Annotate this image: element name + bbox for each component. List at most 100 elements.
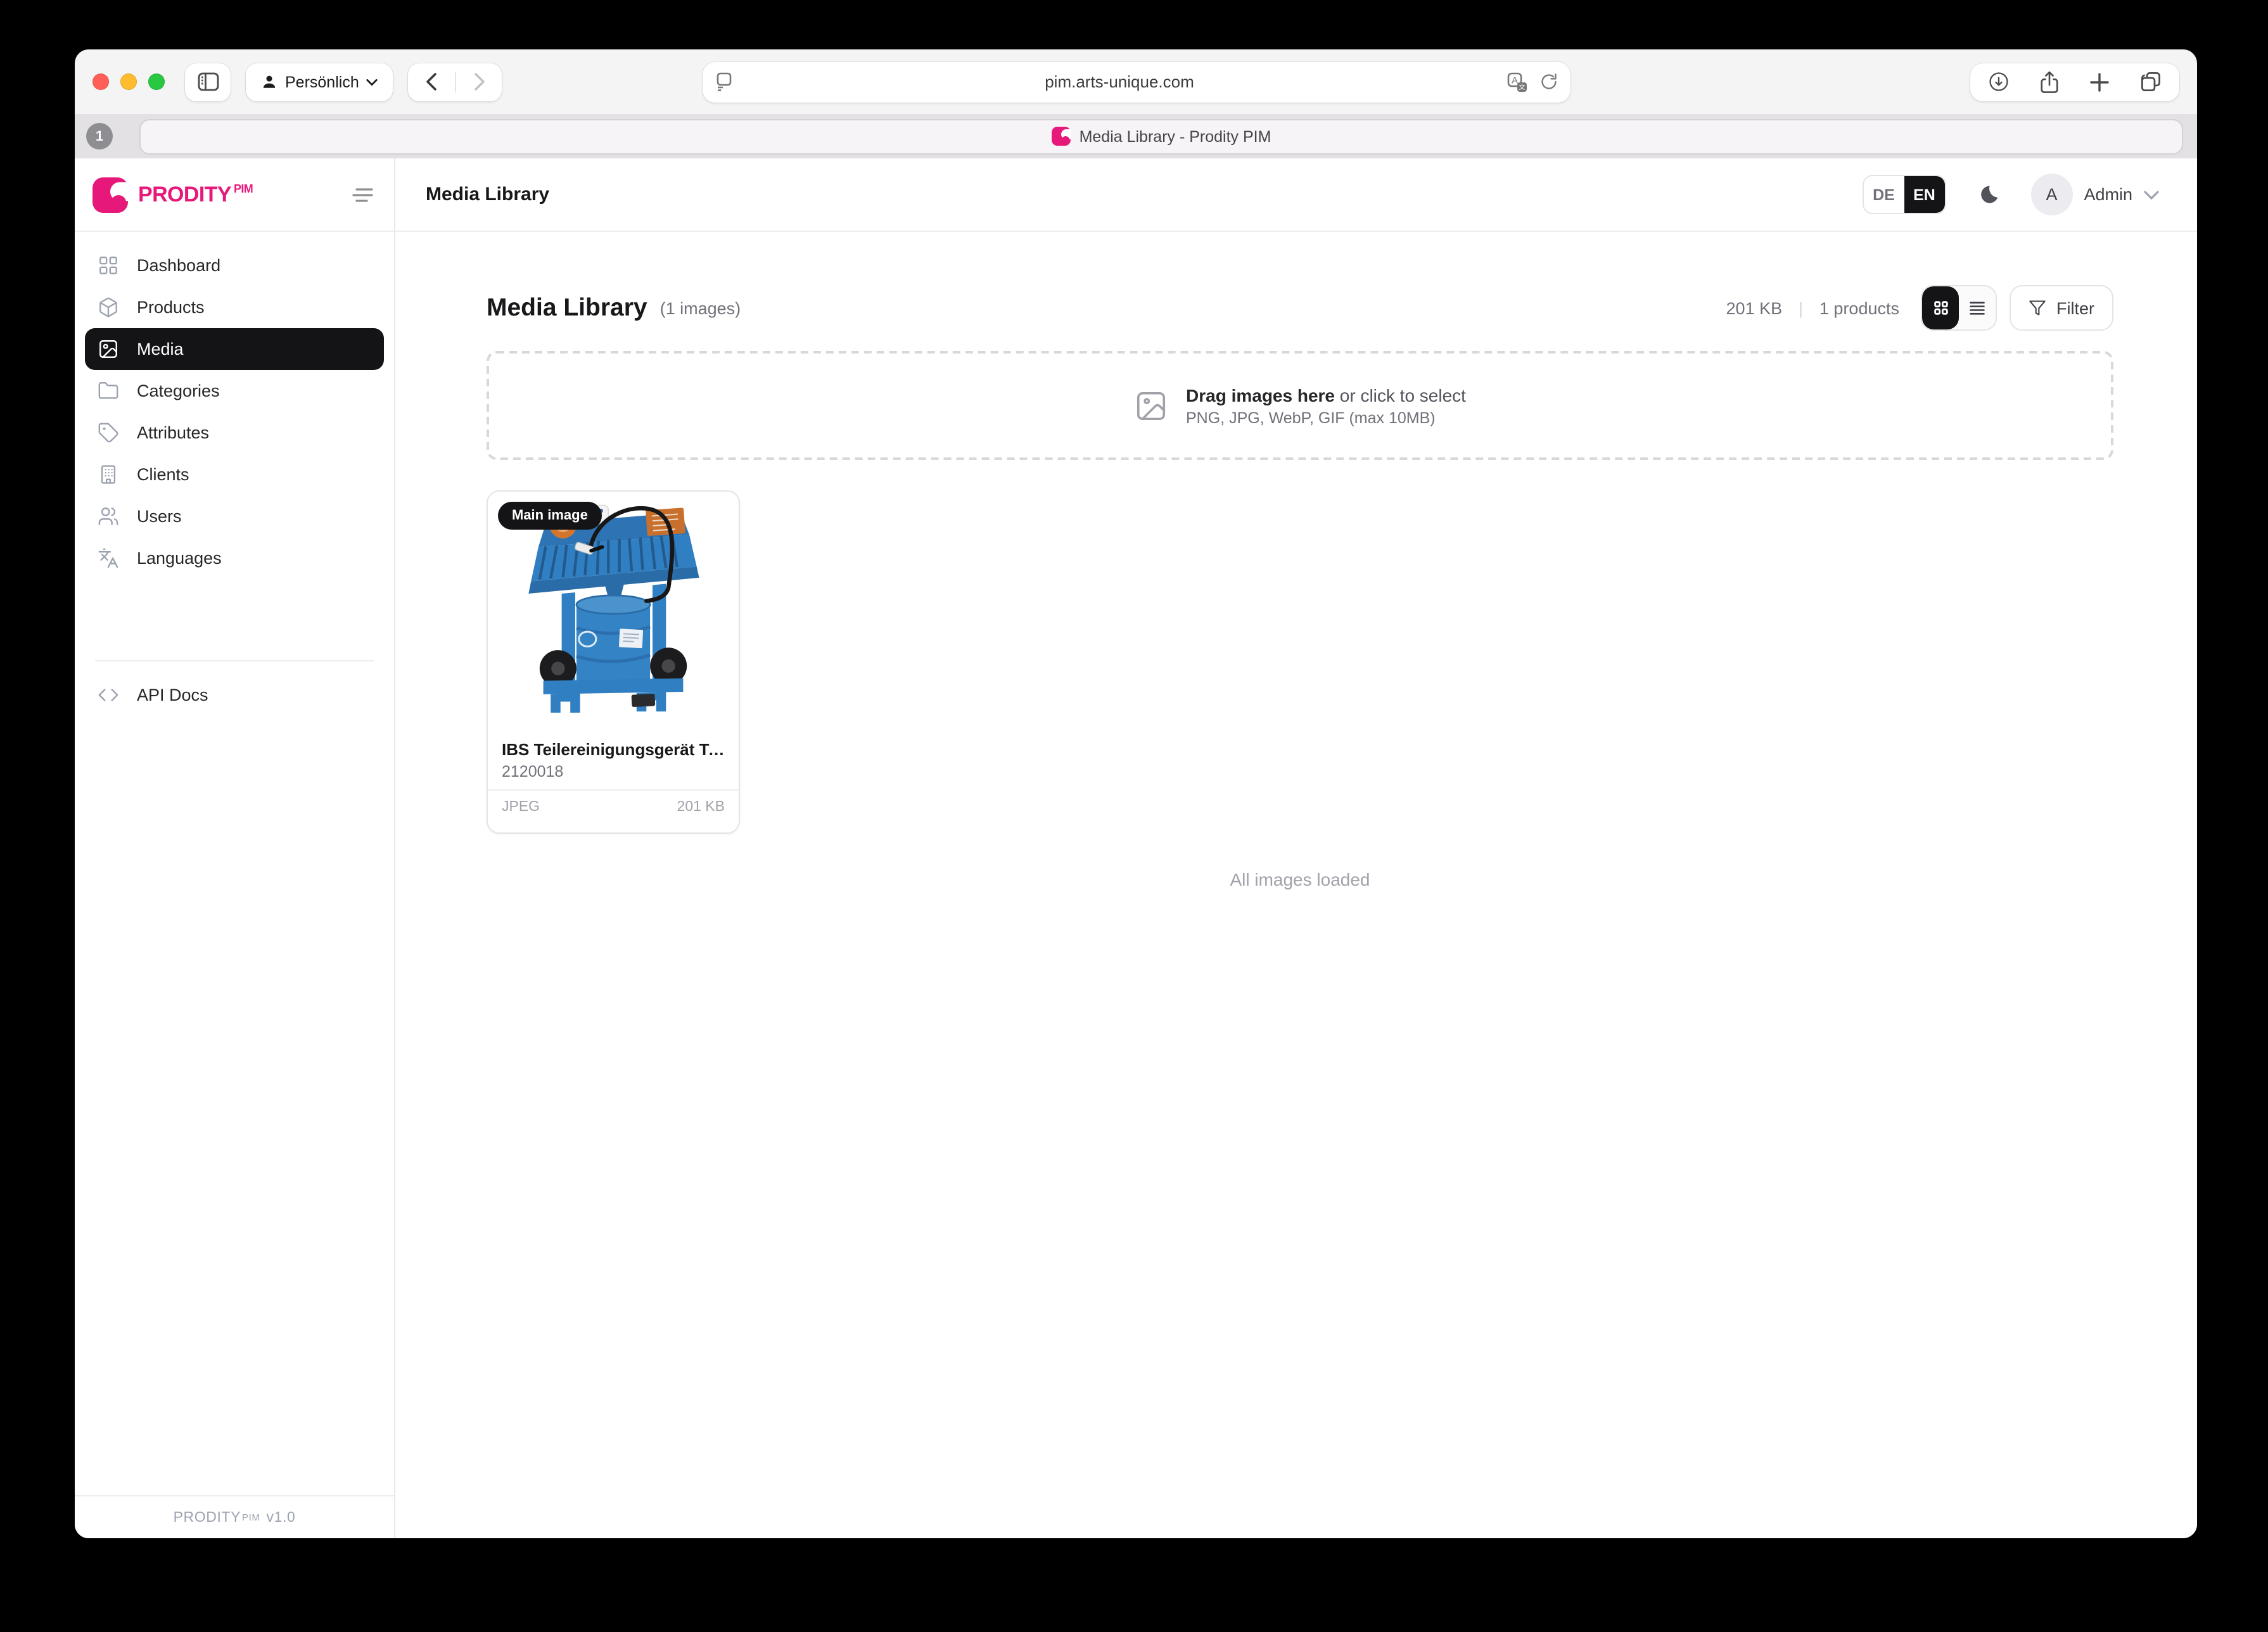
- url-text[interactable]: pim.arts-unique.com: [732, 72, 1507, 91]
- share-button[interactable]: [2040, 70, 2059, 93]
- tab-strip: 1 Media Library - Prodity PIM: [75, 114, 2197, 158]
- page-icon: [715, 72, 732, 91]
- sidebar-item-label: API Docs: [137, 685, 208, 704]
- products-count: 1 products: [1819, 298, 1899, 317]
- app: PRODITYPIM Dashboa: [75, 158, 2197, 1538]
- sidebar-item-products[interactable]: Products: [85, 286, 384, 328]
- box-icon: [98, 296, 119, 318]
- chevron-down-icon: [2144, 189, 2159, 200]
- zoom-window-button[interactable]: [148, 73, 165, 90]
- sidebar-item-api-docs[interactable]: API Docs: [85, 674, 384, 716]
- user-menu[interactable]: A Admin: [2030, 174, 2159, 215]
- sidebar-item-dashboard[interactable]: Dashboard: [85, 245, 384, 286]
- back-button[interactable]: [409, 63, 455, 101]
- tag-icon: [98, 422, 119, 443]
- profile-menu-button[interactable]: Persönlich: [246, 63, 393, 101]
- profile-label: Persönlich: [285, 73, 359, 91]
- upload-dropzone[interactable]: Drag images here or click to select PNG,…: [487, 351, 2113, 460]
- window-controls: [92, 73, 165, 90]
- grid-view-button[interactable]: [1922, 286, 1959, 329]
- close-window-button[interactable]: [92, 73, 109, 90]
- stat-divider: |: [1799, 298, 1803, 317]
- dark-mode-button[interactable]: [1976, 182, 2000, 207]
- filter-funnel-icon: [2029, 299, 2046, 317]
- sidebar-item-label: Media: [137, 340, 184, 359]
- user-name: Admin: [2084, 185, 2132, 204]
- tab-overview-button[interactable]: [2140, 71, 2162, 92]
- media-size: 201 KB: [677, 800, 725, 815]
- media-sku: 2120018: [502, 763, 725, 781]
- content: Media Library (1 images) 201 KB | 1 prod…: [395, 232, 2197, 1538]
- building-icon: [98, 464, 119, 485]
- media-card[interactable]: Main image: [487, 490, 740, 834]
- view-toggle: [1921, 285, 1997, 331]
- lang-en-button[interactable]: EN: [1904, 176, 1944, 213]
- avatar: A: [2030, 174, 2072, 215]
- divider: [95, 660, 374, 661]
- main-image-badge: Main image: [498, 502, 602, 530]
- sidebar-item-label: Users: [137, 507, 182, 526]
- browser-window: Persönlich pi: [75, 49, 2197, 1538]
- moon-icon: [1976, 182, 2000, 207]
- users-icon: [98, 506, 119, 527]
- address-bar[interactable]: pim.arts-unique.com A 文: [702, 61, 1570, 102]
- person-icon: [261, 73, 277, 90]
- favicon: [1052, 127, 1071, 146]
- content-header: Media Library (1 images) 201 KB | 1 prod…: [487, 285, 2113, 331]
- reload-icon[interactable]: [1539, 72, 1557, 91]
- sidebar-item-media[interactable]: Media: [85, 328, 384, 370]
- svg-text:A: A: [1511, 75, 1517, 86]
- sidebar-item-label: Clients: [137, 465, 189, 484]
- image-count: (1 images): [660, 298, 741, 317]
- sidebar-item-label: Attributes: [137, 423, 209, 442]
- downloads-button[interactable]: [1988, 71, 2010, 92]
- page-settings-button[interactable]: [715, 72, 732, 91]
- language-toggle: DE EN: [1862, 175, 1946, 214]
- prodity-logo-icon: [92, 177, 128, 212]
- filter-button[interactable]: Filter: [2010, 285, 2113, 331]
- upload-image-icon: [1134, 388, 1168, 423]
- tabs-icon: [2140, 71, 2162, 92]
- forward-button[interactable]: [456, 63, 502, 101]
- page-title: Media Library: [426, 184, 549, 205]
- card-body: IBS Teilereinigungsgerät Typ ... 2120018…: [488, 730, 739, 832]
- dropzone-formats: PNG, JPG, WebP, GIF (max 10MB): [1186, 409, 1466, 426]
- sidebar-toggle-icon: [197, 72, 219, 91]
- page-header: Media Library DE EN A: [395, 158, 2197, 232]
- languages-icon: [98, 547, 119, 569]
- parts-cleaner-illustration: [504, 497, 722, 730]
- list-view-icon: [1968, 299, 1987, 317]
- menu-lines-icon: [352, 187, 376, 202]
- minimize-window-button[interactable]: [120, 73, 137, 90]
- new-tab-button[interactable]: [2089, 72, 2110, 92]
- lang-de-button[interactable]: DE: [1863, 176, 1904, 213]
- media-title: IBS Teilereinigungsgerät Typ ...: [502, 740, 725, 759]
- code-icon: [98, 684, 119, 706]
- end-of-list-message: All images loaded: [487, 869, 2113, 889]
- media-format: JPEG: [502, 800, 540, 815]
- content-title: Media Library: [487, 293, 647, 322]
- active-tab[interactable]: Media Library - Prodity PIM: [139, 118, 2183, 154]
- sidebar: PRODITYPIM Dashboa: [75, 158, 395, 1538]
- dropzone-text: Drag images here or click to select: [1186, 385, 1466, 405]
- sidebar-item-categories[interactable]: Categories: [85, 370, 384, 412]
- sidebar-item-attributes[interactable]: Attributes: [85, 412, 384, 454]
- sidebar-item-languages[interactable]: Languages: [85, 537, 384, 579]
- brand-row: PRODITYPIM: [75, 158, 394, 232]
- sidebar-footer: PRODITYPIMv1.0: [75, 1495, 394, 1538]
- total-size: 201 KB: [1726, 298, 1783, 317]
- sidebar-item-users[interactable]: Users: [85, 495, 384, 537]
- brand-name: PRODITYPIM: [138, 182, 253, 207]
- browser-toolbar: Persönlich pi: [75, 49, 2197, 114]
- sidebar-toggle-button[interactable]: [185, 63, 231, 101]
- sidebar-collapse-button[interactable]: [352, 187, 376, 202]
- sidebar-item-label: Categories: [137, 381, 220, 400]
- sidebar-item-clients[interactable]: Clients: [85, 454, 384, 495]
- screen: Persönlich pi: [0, 0, 2268, 1632]
- plus-icon: [2089, 72, 2110, 92]
- translate-icon[interactable]: A 文: [1507, 72, 1527, 92]
- chevron-down-icon: [367, 78, 378, 86]
- list-view-button[interactable]: [1959, 286, 1996, 329]
- sidebar-item-label: Dashboard: [137, 256, 220, 275]
- tab-count-badge[interactable]: 1: [86, 123, 113, 150]
